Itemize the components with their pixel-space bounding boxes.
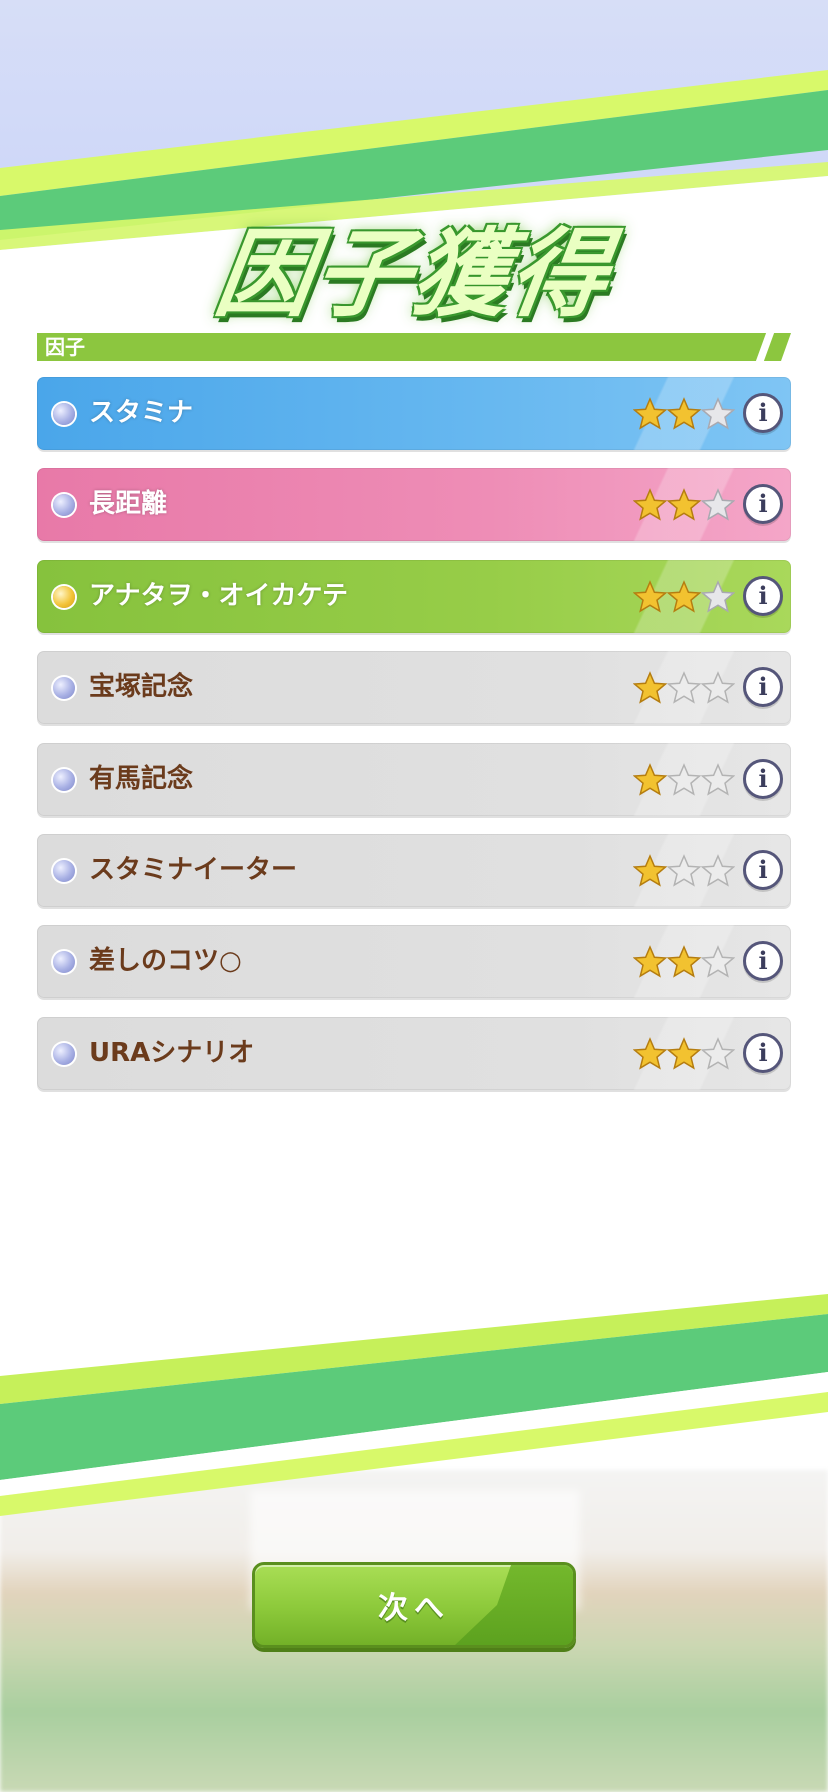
star-filled-icon [633, 671, 667, 704]
factor-name: 有馬記念 [89, 763, 194, 794]
factor-name: スタミナイーター [89, 854, 298, 885]
info-button[interactable]: i [743, 758, 783, 799]
star-filled-icon [667, 397, 701, 430]
page-title: 因子獲得 [208, 218, 617, 330]
star-empty-icon [701, 397, 735, 430]
star-empty-icon [701, 854, 735, 887]
info-icon: i [758, 946, 768, 976]
star-filled-icon [667, 1036, 701, 1070]
star-filled-icon [633, 1036, 667, 1070]
factor-dot-icon [53, 951, 75, 974]
star-empty-icon [701, 579, 735, 613]
factor-row[interactable]: URAシナリオ i [37, 1016, 791, 1090]
star-filled-icon [667, 488, 701, 521]
factor-row[interactable]: 有馬記念 i [37, 742, 791, 816]
bottom-banner-stripes [0, 1294, 828, 1516]
star-filled-icon [667, 579, 701, 613]
star-empty-icon [667, 671, 701, 704]
info-button[interactable]: i [743, 1032, 783, 1073]
star-empty-icon [667, 762, 701, 796]
info-button[interactable]: i [743, 849, 783, 890]
star-filled-icon [633, 762, 667, 796]
next-button-label: 次へ [378, 1591, 450, 1626]
info-icon: i [758, 763, 768, 793]
factor-row[interactable]: 長距離 i [37, 468, 791, 542]
star-rating [633, 397, 735, 431]
star-empty-icon [701, 762, 735, 796]
star-filled-icon [633, 397, 667, 430]
section-label: 因子 [45, 335, 85, 359]
factor-dot-icon [53, 1042, 75, 1065]
info-icon: i [758, 854, 768, 884]
factor-row[interactable]: 宝塚記念 i [37, 651, 791, 725]
info-icon: i [758, 1037, 768, 1067]
info-icon: i [758, 580, 768, 610]
star-filled-icon [633, 854, 667, 887]
factor-dot-icon [53, 859, 75, 882]
factor-dot-icon [53, 403, 75, 425]
star-empty-icon [667, 854, 701, 887]
factor-name: 宝塚記念 [89, 672, 194, 703]
star-filled-icon [667, 945, 701, 978]
star-rating [633, 488, 735, 522]
next-button[interactable]: 次へ [252, 1562, 576, 1648]
star-rating [633, 762, 735, 797]
factor-name: URAシナリオ [89, 1037, 255, 1068]
info-icon: i [758, 489, 768, 519]
factor-name: アナタヲ・オイカケテ [89, 580, 348, 611]
star-filled-icon [633, 579, 667, 613]
factor-dot-icon [53, 585, 75, 608]
info-button[interactable]: i [743, 575, 783, 616]
factor-dot-icon [53, 494, 75, 517]
factor-row[interactable]: 差しのコツ○ i [37, 925, 791, 999]
header-slash-decoration [756, 333, 774, 361]
factor-dot-icon [53, 768, 75, 791]
factor-name: 長距離 [89, 489, 168, 520]
info-icon: i [758, 672, 768, 702]
info-button[interactable]: i [743, 393, 783, 433]
factor-row[interactable]: スタミナイーター i [37, 833, 791, 907]
factor-dot-icon [53, 677, 75, 700]
star-rating [633, 579, 735, 614]
section-header: 因子 [37, 333, 791, 361]
star-empty-icon [701, 945, 735, 978]
star-rating [633, 671, 735, 705]
factor-list: スタミナ i 長距離 i アナタヲ・オイカケテ i 宝塚記念 i 有馬記念 i … [37, 377, 791, 1108]
factor-row[interactable]: アナタヲ・オイカケテ i [37, 559, 791, 633]
factor-row[interactable]: スタミナ i [37, 377, 791, 450]
star-rating [633, 945, 735, 979]
star-filled-icon [633, 945, 667, 978]
info-icon: i [758, 398, 768, 427]
star-rating [633, 854, 735, 888]
star-empty-icon [701, 488, 735, 521]
factor-name: 差しのコツ○ [89, 946, 242, 977]
star-empty-icon [701, 671, 735, 704]
star-empty-icon [701, 1036, 735, 1070]
star-rating [633, 1036, 735, 1071]
factor-name: スタミナ [89, 398, 194, 428]
star-filled-icon [633, 488, 667, 521]
info-button[interactable]: i [743, 667, 783, 708]
